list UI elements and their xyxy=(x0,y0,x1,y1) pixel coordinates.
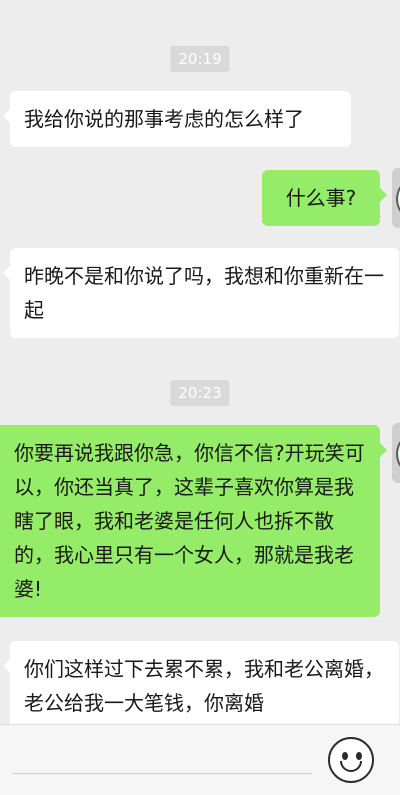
timestamp: 20:23 xyxy=(170,380,230,406)
message-incoming[interactable]: 我给你说的那事考虑的怎么样了 xyxy=(3,91,351,147)
message-outgoing[interactable]: 什么事? xyxy=(262,170,387,226)
message-input[interactable] xyxy=(12,773,312,774)
user-avatar[interactable] xyxy=(392,168,400,228)
chat-input-bar xyxy=(0,724,400,795)
message-incoming[interactable]: 昨晚不是和你说了吗，我想和你重新在一起 xyxy=(3,248,399,338)
chat-message-list[interactable]: 20:19 我给你说的那事考虑的怎么样了 什么事? 昨晚不是和你说了吗，我想和你… xyxy=(0,0,400,724)
message-incoming[interactable]: 你们这样过下去累不累，我和老公离婚，老公给我一大笔钱，你离婚 xyxy=(3,641,399,724)
message-outgoing[interactable]: 你要再说我跟你急，你信不信?开玩笑可以，你还当真了，这辈子喜欢你算是我瞎了眼，我… xyxy=(0,425,387,617)
user-avatar[interactable] xyxy=(392,423,400,483)
emoji-icon[interactable] xyxy=(328,737,374,783)
timestamp: 20:19 xyxy=(170,46,230,72)
